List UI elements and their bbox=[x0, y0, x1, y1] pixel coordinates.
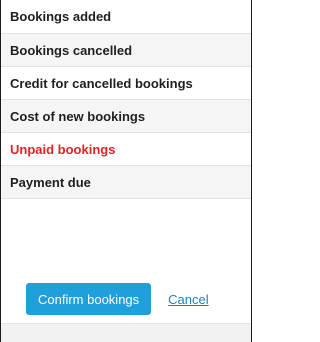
row-bookings-cancelled: Bookings cancelled bbox=[1, 34, 251, 67]
row-label: Payment due bbox=[10, 174, 91, 190]
row-unpaid-bookings: Unpaid bookings bbox=[1, 133, 251, 166]
row-label: Credit for cancelled bookings bbox=[10, 75, 193, 91]
cancel-link[interactable]: Cancel bbox=[168, 292, 208, 307]
row-cost-new-bookings: Cost of new bookings bbox=[1, 100, 251, 133]
action-bar: Confirm bookings Cancel bbox=[26, 283, 209, 315]
row-label: Cost of new bookings bbox=[10, 108, 146, 124]
confirm-bookings-button[interactable]: Confirm bookings bbox=[26, 283, 152, 315]
row-label: Unpaid bookings bbox=[10, 141, 116, 157]
row-credit-cancelled: Credit for cancelled bookings bbox=[1, 67, 251, 100]
row-payment-due: Payment due bbox=[1, 166, 251, 199]
summary-list: Bookings added Bookings cancelled Credit… bbox=[1, 0, 251, 199]
footer-strip bbox=[1, 323, 251, 342]
booking-summary-panel: Bookings added Bookings cancelled Credit… bbox=[0, 0, 252, 342]
row-bookings-added: Bookings added bbox=[1, 0, 251, 34]
row-label: Bookings added bbox=[10, 9, 112, 24]
row-label: Bookings cancelled bbox=[10, 42, 133, 58]
